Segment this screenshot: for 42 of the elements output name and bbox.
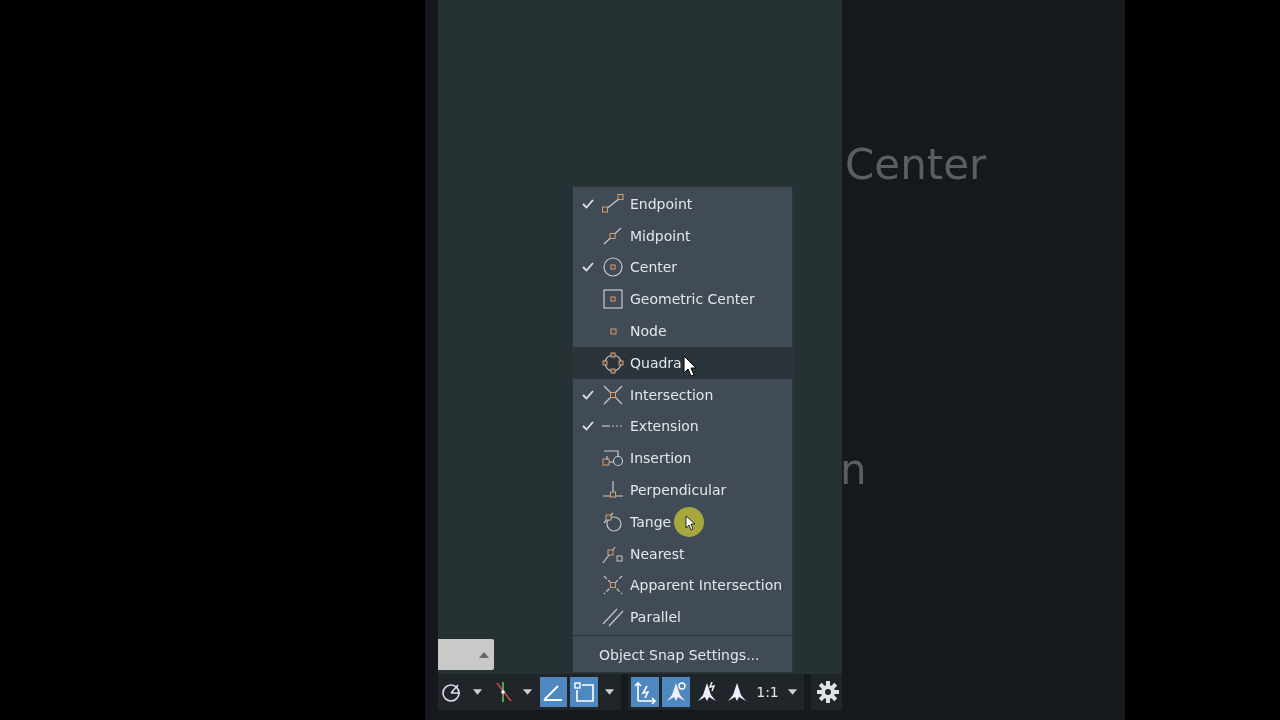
status-toggle-button[interactable] xyxy=(570,677,598,707)
menu-item[interactable]: Endpoint xyxy=(573,188,792,220)
menu-item[interactable]: Intersection xyxy=(573,378,792,411)
snap-icon xyxy=(601,510,625,533)
menu-item[interactable]: Apparent Intersection xyxy=(573,569,792,602)
tool-icon xyxy=(664,680,688,704)
snap-icon xyxy=(601,383,625,406)
caret-icon[interactable] xyxy=(786,688,798,696)
blurred-text: n xyxy=(840,445,867,494)
menu-item[interactable]: Geometric Center xyxy=(573,283,792,316)
snap-icon xyxy=(601,574,625,597)
status-toggle-button[interactable] xyxy=(539,677,568,707)
click-highlight-icon xyxy=(673,505,705,538)
menu-item[interactable]: Quadra xyxy=(573,347,792,379)
snap-icon xyxy=(601,424,625,429)
snap-icon xyxy=(601,606,625,629)
menu-item[interactable]: Nearest xyxy=(573,537,792,570)
tool-icon xyxy=(633,680,658,704)
tool-icon xyxy=(572,680,597,704)
settings-menu-item[interactable]: Object Snap Settings... xyxy=(573,638,792,673)
menu-item[interactable]: Node xyxy=(573,315,792,347)
cursor-icon xyxy=(682,354,697,377)
blurred-text: Center xyxy=(845,140,987,189)
scale-button[interactable]: 1:1 xyxy=(754,684,781,700)
caret-icon[interactable] xyxy=(522,688,534,696)
up-arrow-icon xyxy=(479,651,489,658)
menu-item[interactable]: Insertion xyxy=(573,442,792,475)
snap-icon xyxy=(601,192,625,215)
snap-icon xyxy=(601,288,625,311)
caret-icon[interactable] xyxy=(603,688,616,696)
menu-item[interactable]: Parallel xyxy=(573,601,792,634)
snap-icon xyxy=(601,256,625,279)
menu-item[interactable]: Center xyxy=(573,251,792,284)
menu-item[interactable]: Extension xyxy=(573,410,792,443)
status-toggle-button[interactable] xyxy=(631,677,660,707)
menu-item[interactable]: Tange xyxy=(573,505,792,538)
status-toggle-button[interactable] xyxy=(662,677,690,707)
menu-item[interactable]: Midpoint xyxy=(573,219,792,252)
snap-icon xyxy=(601,351,625,374)
snap-icon xyxy=(609,327,617,335)
menu-item[interactable]: Perpendicular xyxy=(573,474,792,506)
caret-icon[interactable] xyxy=(471,688,483,696)
